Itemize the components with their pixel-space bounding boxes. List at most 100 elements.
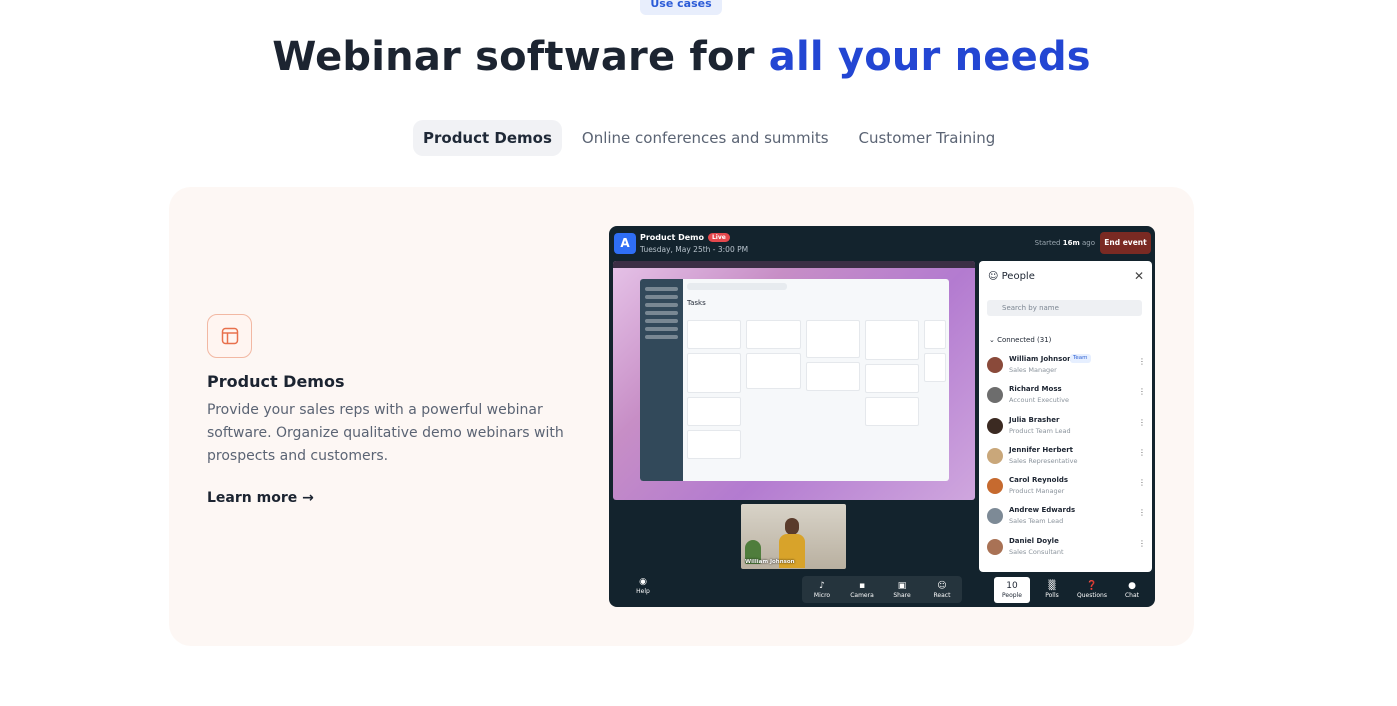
help-icon: ◉	[639, 577, 647, 587]
list-item[interactable]: Andrew Edwards Sales Team Lead ⋮	[987, 505, 1146, 535]
person-role: Sales Manager	[1009, 366, 1057, 374]
camera-label: Camera	[850, 592, 874, 599]
shared-app-sidebar	[640, 279, 683, 481]
person-name: Daniel Doyle	[1009, 536, 1059, 545]
people-label: People	[1002, 591, 1022, 599]
people-button[interactable]: 10 People	[994, 576, 1030, 603]
person-name: Julia Brasher	[1009, 415, 1060, 424]
person-name: Andrew Edwards	[1009, 506, 1076, 515]
polls-label: Polls	[1045, 592, 1059, 599]
people-icon: ☺	[988, 271, 999, 282]
help-label: Help	[636, 588, 650, 595]
speaker-video: William Johnson	[741, 504, 846, 569]
screen-menubar	[613, 261, 975, 268]
tab-customer-training[interactable]: Customer Training	[849, 120, 1006, 156]
use-cases-section: Use cases Webinar software for all your …	[0, 0, 1397, 706]
shared-screen: Tasks	[613, 261, 975, 500]
started-suffix: ago	[1079, 239, 1095, 247]
feature-title: Product Demos	[207, 372, 345, 391]
webinar-toolbar: ◉ Help ♪ Micro ▪ Camera ▣ Share ☺ React 10 Pe…	[609, 572, 1155, 607]
started-prefix: Started	[1034, 239, 1063, 247]
more-icon[interactable]: ⋮	[1138, 357, 1146, 366]
camera-button[interactable]: ▪ Camera	[844, 580, 880, 599]
connected-toggle[interactable]: ⌄ Connected (31)	[989, 336, 1051, 344]
end-event-button[interactable]: End event	[1100, 232, 1151, 254]
person-name: Carol Reynolds	[1009, 476, 1069, 485]
people-title: People	[1001, 271, 1035, 282]
live-badge: Live	[707, 233, 730, 242]
use-cases-badge: Use cases	[640, 0, 722, 15]
webinar-title: Product Demo Live	[640, 233, 730, 242]
person-role: Sales Consultant	[1009, 547, 1064, 556]
list-item[interactable]: Carol Reynolds Product Manager ⋮	[987, 475, 1146, 505]
tab-online-conferences[interactable]: Online conferences and summits	[572, 120, 839, 156]
learn-more-link[interactable]: Learn more →	[207, 490, 314, 506]
question-icon: ❓	[1086, 581, 1098, 591]
avatar	[987, 538, 1003, 555]
section-title: Webinar software for all your needs	[0, 34, 1363, 80]
chevron-down-icon: ⌄	[989, 336, 995, 344]
more-icon[interactable]: ⋮	[1138, 418, 1146, 427]
microphone-icon: ♪	[819, 581, 825, 591]
title-accent: all your needs	[768, 34, 1091, 80]
polls-button[interactable]: ▒ Polls	[1034, 580, 1070, 599]
list-item[interactable]: Julia Brasher Product Team Lead ⋮	[987, 415, 1146, 445]
questions-label: Questions	[1077, 592, 1107, 599]
more-icon[interactable]: ⋮	[1138, 508, 1146, 517]
bar-chart-icon: ▒	[1048, 581, 1056, 591]
people-count: 10	[1006, 580, 1018, 591]
webinar-title-text: Product Demo	[640, 233, 704, 242]
started-value: 16m	[1062, 239, 1080, 247]
connected-label: Connected (31)	[997, 336, 1052, 344]
questions-button[interactable]: ❓ Questions	[1074, 580, 1110, 599]
micro-button[interactable]: ♪ Micro	[804, 580, 840, 599]
tab-product-demos[interactable]: Product Demos	[413, 120, 562, 156]
share-icon: ▣	[897, 581, 907, 591]
shared-app-window: Tasks	[640, 279, 949, 481]
person-name: William Johnson	[1009, 355, 1073, 363]
people-search-input[interactable]: Search by name	[987, 300, 1142, 316]
share-label: Share	[893, 592, 911, 599]
person-role: Product Team Lead	[1009, 426, 1071, 435]
person-name: Richard Moss	[1009, 385, 1062, 394]
help-button[interactable]: ◉ Help	[625, 576, 661, 595]
avatar	[987, 417, 1003, 434]
started-timer: Started 16m ago	[1035, 239, 1095, 247]
people-list: William Johnson Team Sales Manager ⋮ Ric…	[987, 354, 1146, 566]
list-item[interactable]: Jennifer Herbert Sales Representative ⋮	[987, 445, 1146, 475]
layout-icon-glyph	[221, 327, 238, 345]
media-controls: ♪ Micro ▪ Camera ▣ Share ☺ React	[802, 576, 962, 603]
more-icon[interactable]: ⋮	[1138, 478, 1146, 487]
team-badge: Team	[1070, 354, 1091, 363]
shared-app-main: Tasks	[687, 283, 946, 478]
webinar-app-mockup: A Product Demo Live Tuesday, May 25th - 3…	[609, 226, 1155, 607]
app-logo: A	[614, 233, 636, 254]
more-icon[interactable]: ⋮	[1138, 387, 1146, 396]
avatar	[987, 387, 1003, 404]
smile-icon: ☺	[937, 581, 947, 591]
list-item[interactable]: Richard Moss Account Executive ⋮	[987, 384, 1146, 414]
more-icon[interactable]: ⋮	[1138, 539, 1146, 548]
share-button[interactable]: ▣ Share	[884, 580, 920, 599]
avatar	[987, 508, 1003, 525]
react-label: React	[933, 592, 951, 599]
title-main: Webinar software for	[272, 34, 769, 80]
use-case-tabs: Product Demos Online conferences and sum…	[413, 120, 1005, 156]
people-panel-title: ☺ People	[988, 271, 1035, 282]
chat-button[interactable]: ● Chat	[1114, 580, 1150, 599]
avatar	[987, 357, 1003, 373]
person-role: Sales Representative	[1009, 456, 1078, 465]
chat-label: Chat	[1124, 592, 1140, 599]
micro-label: Micro	[813, 592, 831, 599]
speaker-name: William Johnson	[745, 559, 795, 565]
shared-app-search	[687, 283, 787, 290]
more-icon[interactable]: ⋮	[1138, 448, 1146, 457]
close-icon[interactable]: ✕	[1134, 269, 1144, 283]
react-button[interactable]: ☺ React	[924, 580, 960, 599]
list-item[interactable]: Daniel Doyle Sales Consultant ⋮	[987, 536, 1146, 566]
chat-icon: ●	[1128, 581, 1136, 591]
webinar-date: Tuesday, May 25th - 3:00 PM	[640, 245, 749, 254]
layout-icon	[207, 314, 252, 358]
list-item[interactable]: William Johnson Team Sales Manager ⋮	[987, 354, 1146, 384]
person-role: Sales Team Lead	[1009, 517, 1064, 526]
